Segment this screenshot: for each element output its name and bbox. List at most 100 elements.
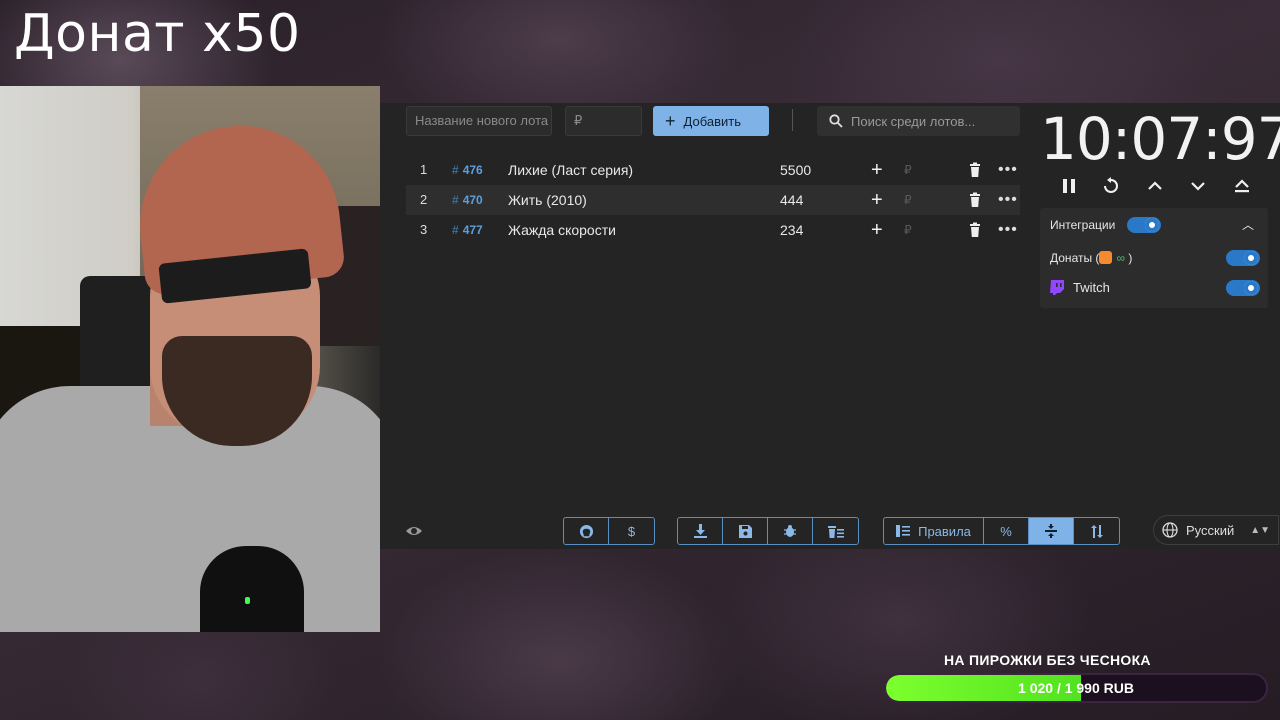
search-placeholder: Поиск среди лотов... xyxy=(851,113,976,129)
rules-button[interactable]: Правила xyxy=(884,518,984,544)
more-icon[interactable]: ••• xyxy=(998,185,1018,215)
lot-index: 3 xyxy=(420,222,428,237)
bug-button[interactable] xyxy=(768,518,813,544)
search-icon xyxy=(829,114,843,128)
rules-icon xyxy=(896,525,911,537)
twitch-label: Twitch xyxy=(1050,280,1110,295)
save-icon xyxy=(738,524,752,538)
lot-name[interactable]: Жажда скорости xyxy=(508,215,616,245)
donations-label: Донаты ( ∞ ) xyxy=(1050,251,1132,265)
plus-icon: + xyxy=(665,111,676,131)
twitch-text: Twitch xyxy=(1073,280,1110,295)
restart-icon xyxy=(1104,177,1118,193)
twitch-icon xyxy=(1050,280,1064,295)
time-down-button[interactable] xyxy=(1187,175,1209,197)
lot-currency[interactable]: ₽ xyxy=(904,215,912,245)
trash-list-icon xyxy=(827,525,844,538)
percent-button[interactable]: % xyxy=(984,518,1029,544)
select-arrows-icon: ▲▼ xyxy=(1250,524,1270,536)
lot-id[interactable]: #476 xyxy=(452,155,483,185)
reset-button[interactable] xyxy=(1100,175,1122,197)
lots-table: 1 #476 Лихие (Ласт серия) 5500 + ₽ ••• 2… xyxy=(406,155,1020,245)
twitch-toggle[interactable] xyxy=(1226,280,1260,296)
clear-list-button[interactable] xyxy=(813,518,858,544)
lot-id[interactable]: #470 xyxy=(452,185,483,215)
webcam-microphone xyxy=(200,546,304,632)
donation-goal-progress: 1 020 / 1 990 RUB xyxy=(1018,680,1134,696)
language-select[interactable]: Русский ▲▼ xyxy=(1153,515,1279,545)
integrations-toggle[interactable] xyxy=(1127,217,1161,233)
pause-button[interactable] xyxy=(1058,175,1080,197)
timer-display: 10:07:97 xyxy=(1040,105,1280,173)
sort-icon xyxy=(1090,524,1103,538)
chevron-down-icon xyxy=(1191,182,1205,191)
donations-close: ) xyxy=(1128,251,1133,265)
lot-search-input[interactable]: Поиск среди лотов... xyxy=(817,106,1020,136)
lot-currency[interactable]: ₽ xyxy=(904,185,912,215)
more-icon[interactable]: ••• xyxy=(998,155,1018,185)
pause-icon xyxy=(1063,179,1075,193)
donations-text: Донаты ( xyxy=(1050,251,1100,265)
donationalerts-icon xyxy=(1099,251,1113,264)
github-button[interactable] xyxy=(564,518,609,544)
trash-icon[interactable] xyxy=(967,162,983,178)
compact-view-button[interactable] xyxy=(1029,518,1074,544)
lot-amount: 234 xyxy=(780,222,804,238)
rules-label: Правила xyxy=(918,523,971,539)
lot-id[interactable]: #477 xyxy=(452,215,483,245)
donation-goal-title: НА ПИРОЖКИ БЕЗ ЧЕСНОКА xyxy=(944,652,1151,668)
chevron-up-icon xyxy=(1148,181,1162,190)
sort-button[interactable] xyxy=(1074,518,1119,544)
download-icon xyxy=(693,524,707,538)
table-row: 2 #470 Жить (2010) 444 + ₽ ••• xyxy=(406,185,1020,215)
infinity-icon: ∞ xyxy=(1116,251,1125,265)
lot-index: 1 xyxy=(420,162,428,177)
stream-title: Донат x50 xyxy=(14,4,301,64)
add-lot-button[interactable]: + Добавить xyxy=(653,106,769,136)
bug-icon xyxy=(784,525,796,537)
integrations-panel: Интеграции ︿ Донаты ( ∞ ) Twitch xyxy=(1040,208,1268,308)
timer-panel: 10:07:97 xyxy=(1040,103,1280,203)
lot-name[interactable]: Лихие (Ласт серия) xyxy=(508,155,633,185)
add-amount-icon[interactable]: + xyxy=(871,215,883,245)
toolbar-view: Правила % xyxy=(883,517,1120,545)
lot-id-value: 470 xyxy=(462,193,483,207)
divider xyxy=(792,109,793,131)
lot-index: 2 xyxy=(420,192,428,207)
donations-toggle[interactable] xyxy=(1226,250,1260,266)
microphone-led xyxy=(245,597,250,604)
chevron-bar-up-icon xyxy=(1235,179,1249,193)
donate-button[interactable]: $ xyxy=(609,518,654,544)
eye-icon[interactable] xyxy=(405,522,423,540)
save-button[interactable] xyxy=(723,518,768,544)
add-amount-icon[interactable]: + xyxy=(871,185,883,215)
chevron-up-icon[interactable]: ︿ xyxy=(1242,216,1254,233)
trash-icon[interactable] xyxy=(967,222,983,238)
github-icon xyxy=(579,524,593,538)
globe-icon xyxy=(1162,522,1178,538)
add-lot-label: Добавить xyxy=(683,113,741,129)
compress-icon xyxy=(1045,524,1057,538)
download-button[interactable] xyxy=(678,518,723,544)
donation-goal-bar: 1 020 / 1 990 RUB xyxy=(884,673,1268,703)
trash-icon[interactable] xyxy=(967,192,983,208)
lot-name-input[interactable]: Название нового лота xyxy=(406,106,552,136)
lot-name[interactable]: Жить (2010) xyxy=(508,185,587,215)
add-amount-icon[interactable]: + xyxy=(871,155,883,185)
time-up-button[interactable] xyxy=(1144,175,1166,197)
lot-id-value: 477 xyxy=(462,223,483,237)
time-double-up-button[interactable] xyxy=(1231,175,1253,197)
lot-amount: 444 xyxy=(780,192,804,208)
lot-currency[interactable]: ₽ xyxy=(904,155,912,185)
language-label: Русский xyxy=(1186,522,1235,538)
lot-id-value: 476 xyxy=(462,163,483,177)
table-row: 1 #476 Лихие (Ласт серия) 5500 + ₽ ••• xyxy=(406,155,1020,185)
toolbar-links: $ xyxy=(563,517,655,545)
integrations-title: Интеграции xyxy=(1050,218,1116,232)
lot-amount-input[interactable]: ₽ xyxy=(565,106,642,136)
toolbar-file xyxy=(677,517,859,545)
lot-amount: 5500 xyxy=(780,162,812,178)
more-icon[interactable]: ••• xyxy=(998,215,1018,245)
table-row: 3 #477 Жажда скорости 234 + ₽ ••• xyxy=(406,215,1020,245)
webcam-feed xyxy=(0,86,380,632)
